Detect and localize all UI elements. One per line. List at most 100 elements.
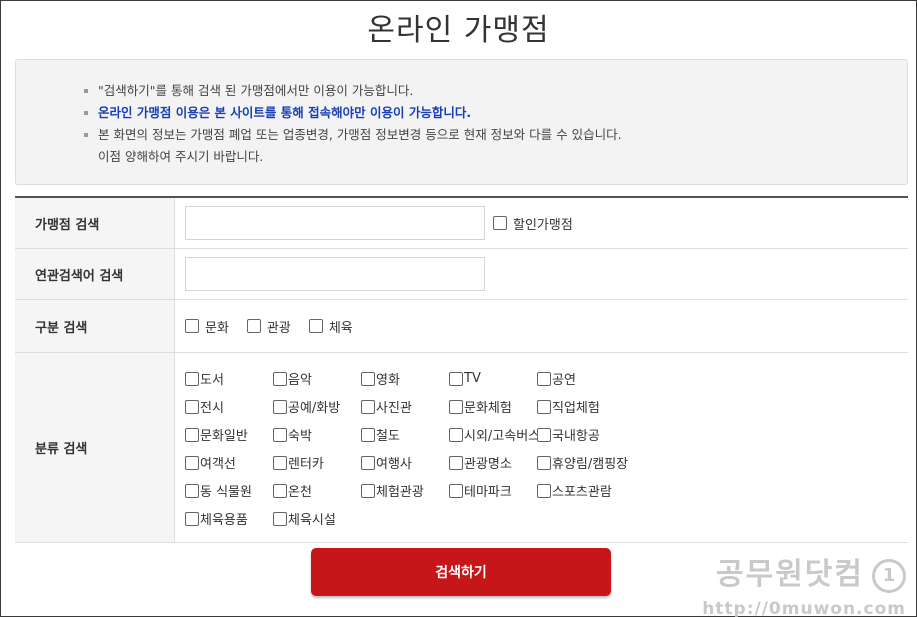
type-option-tourism[interactable]: 관광 [246,317,291,336]
discount-store-label: 할인가맹점 [513,217,573,233]
category-checkbox[interactable] [273,483,287,498]
category-checkbox[interactable] [537,371,551,386]
category-checkbox[interactable] [449,399,463,414]
category-option[interactable]: 도서 [185,369,273,388]
category-checkbox[interactable] [361,427,375,442]
category-option[interactable]: 직업체험 [537,397,637,416]
category-option-label: 여행사 [376,457,412,472]
category-checkbox[interactable] [449,483,463,498]
category-option-label: 관광명소 [464,457,512,472]
category-option-label: 체육시설 [288,513,336,528]
category-option[interactable]: TV [449,369,537,388]
type-search-label: 구분 검색 [15,300,175,352]
category-option[interactable]: 테마파크 [449,481,537,500]
category-option[interactable]: 전시 [185,397,273,416]
category-option[interactable]: 철도 [361,425,449,444]
category-checkbox[interactable] [273,427,287,442]
category-option[interactable]: 공예/화방 [273,397,361,416]
category-option[interactable]: 시외/고속버스 [449,425,541,444]
watermark: 공무원닷컴 1 http://0muwon.com [686,549,906,617]
search-button[interactable]: 검색하기 [311,548,611,596]
category-option[interactable]: 문화일반 [185,425,273,444]
category-option[interactable]: 여행사 [361,453,449,472]
category-option[interactable]: 온천 [273,481,361,500]
category-search-row: 분류 검색 도서 음악 영화 TV 공연전시 공예/화방 사진관 문화체험 직업체험문화일반 숙박… [15,353,908,543]
notice-item: "검색하기"를 통해 검색 된 가맹점에서만 이용이 가능합니다. [84,80,907,102]
watermark-url: http://0muwon.com [702,598,906,617]
category-option-label: 렌터카 [288,457,324,472]
category-options: 도서 음악 영화 TV 공연전시 공예/화방 사진관 문화체험 직업체험문화일반 숙박 철도 시외/고… [185,353,637,542]
category-option-label: 테마파크 [464,485,512,500]
category-option-label: 시외/고속버스 [464,429,541,444]
category-checkbox[interactable] [361,371,375,386]
category-option[interactable]: 사진관 [361,397,449,416]
type-option-culture[interactable]: 문화 [185,317,229,336]
category-option[interactable]: 국내항공 [537,425,637,444]
notice-item: 본 화면의 정보는 가맹점 폐업 또는 업종변경, 가맹점 정보변경 등으로 현… [84,124,907,146]
category-checkbox[interactable] [449,427,463,442]
store-search-input[interactable] [185,206,485,240]
category-option-label: TV [464,371,481,386]
category-option-label: 온천 [288,485,312,500]
category-option-label: 문화일반 [200,429,248,444]
category-option-label: 음악 [288,373,312,388]
category-option-label: 여객선 [200,457,236,472]
category-checkbox[interactable] [273,455,287,470]
category-checkbox[interactable] [449,455,463,470]
category-option[interactable]: 숙박 [273,425,361,444]
category-checkbox[interactable] [361,455,375,470]
category-option[interactable]: 체험관광 [361,481,449,500]
category-checkbox[interactable] [273,399,287,414]
category-option[interactable]: 음악 [273,369,361,388]
category-option[interactable]: 영화 [361,369,449,388]
category-checkbox[interactable] [537,455,551,470]
category-option-label: 체육용품 [200,513,248,528]
category-option[interactable]: 체육용품 [185,509,273,528]
type-checkbox[interactable] [246,319,261,333]
watermark-logo: 1 [872,558,906,593]
discount-store-option[interactable]: 할인가맹점 [493,214,573,233]
type-option-sports[interactable]: 체육 [308,317,353,336]
category-checkbox[interactable] [185,371,199,386]
category-checkbox[interactable] [185,455,199,470]
notice-item-emphasis: 온라인 가맹점 이용은 본 사이트를 통해 접속해야만 이용이 가능합니다. [84,102,907,124]
category-option-label: 숙박 [288,429,312,444]
category-option[interactable]: 동 식물원 [185,481,273,500]
category-checkbox[interactable] [537,427,551,442]
category-checkbox[interactable] [185,427,199,442]
keyword-search-row: 연관검색어 검색 [15,249,908,300]
category-checkbox[interactable] [185,399,199,414]
category-option-label: 철도 [376,429,400,444]
category-option-label: 도서 [200,373,224,388]
category-option-label: 영화 [376,373,400,388]
category-checkbox[interactable] [273,511,287,526]
category-option[interactable]: 렌터카 [273,453,361,472]
category-option[interactable]: 문화체험 [449,397,537,416]
category-checkbox[interactable] [361,399,375,414]
category-checkbox[interactable] [273,371,287,386]
type-checkbox[interactable] [185,319,199,333]
category-checkbox[interactable] [449,371,463,386]
category-checkbox[interactable] [537,399,551,414]
category-option[interactable]: 스포츠관람 [537,481,637,500]
category-checkbox[interactable] [185,511,199,526]
keyword-search-label: 연관검색어 검색 [15,249,175,299]
category-checkbox[interactable] [361,483,375,498]
category-option[interactable]: 여객선 [185,453,273,472]
keyword-search-input[interactable] [185,257,485,291]
discount-store-checkbox[interactable] [493,216,507,230]
type-option-label: 문화 [205,320,229,336]
category-search-label: 분류 검색 [15,353,175,542]
page-title: 온라인 가맹점 [367,13,550,48]
type-search-row: 구분 검색 문화 관광 체육 [15,300,908,353]
type-checkbox[interactable] [308,319,323,333]
watermark-title: 공무원닷컴 [716,557,864,592]
notice-box: "검색하기"를 통해 검색 된 가맹점에서만 이용이 가능합니다. 온라인 가맹… [15,59,908,185]
category-option[interactable]: 공연 [537,369,637,388]
category-checkbox[interactable] [185,483,199,498]
category-option-label: 직업체험 [552,401,600,416]
category-option[interactable]: 관광명소 [449,453,537,472]
category-option[interactable]: 체육시설 [273,509,361,528]
category-option[interactable]: 휴양림/캠핑장 [537,453,637,472]
category-checkbox[interactable] [537,483,551,498]
